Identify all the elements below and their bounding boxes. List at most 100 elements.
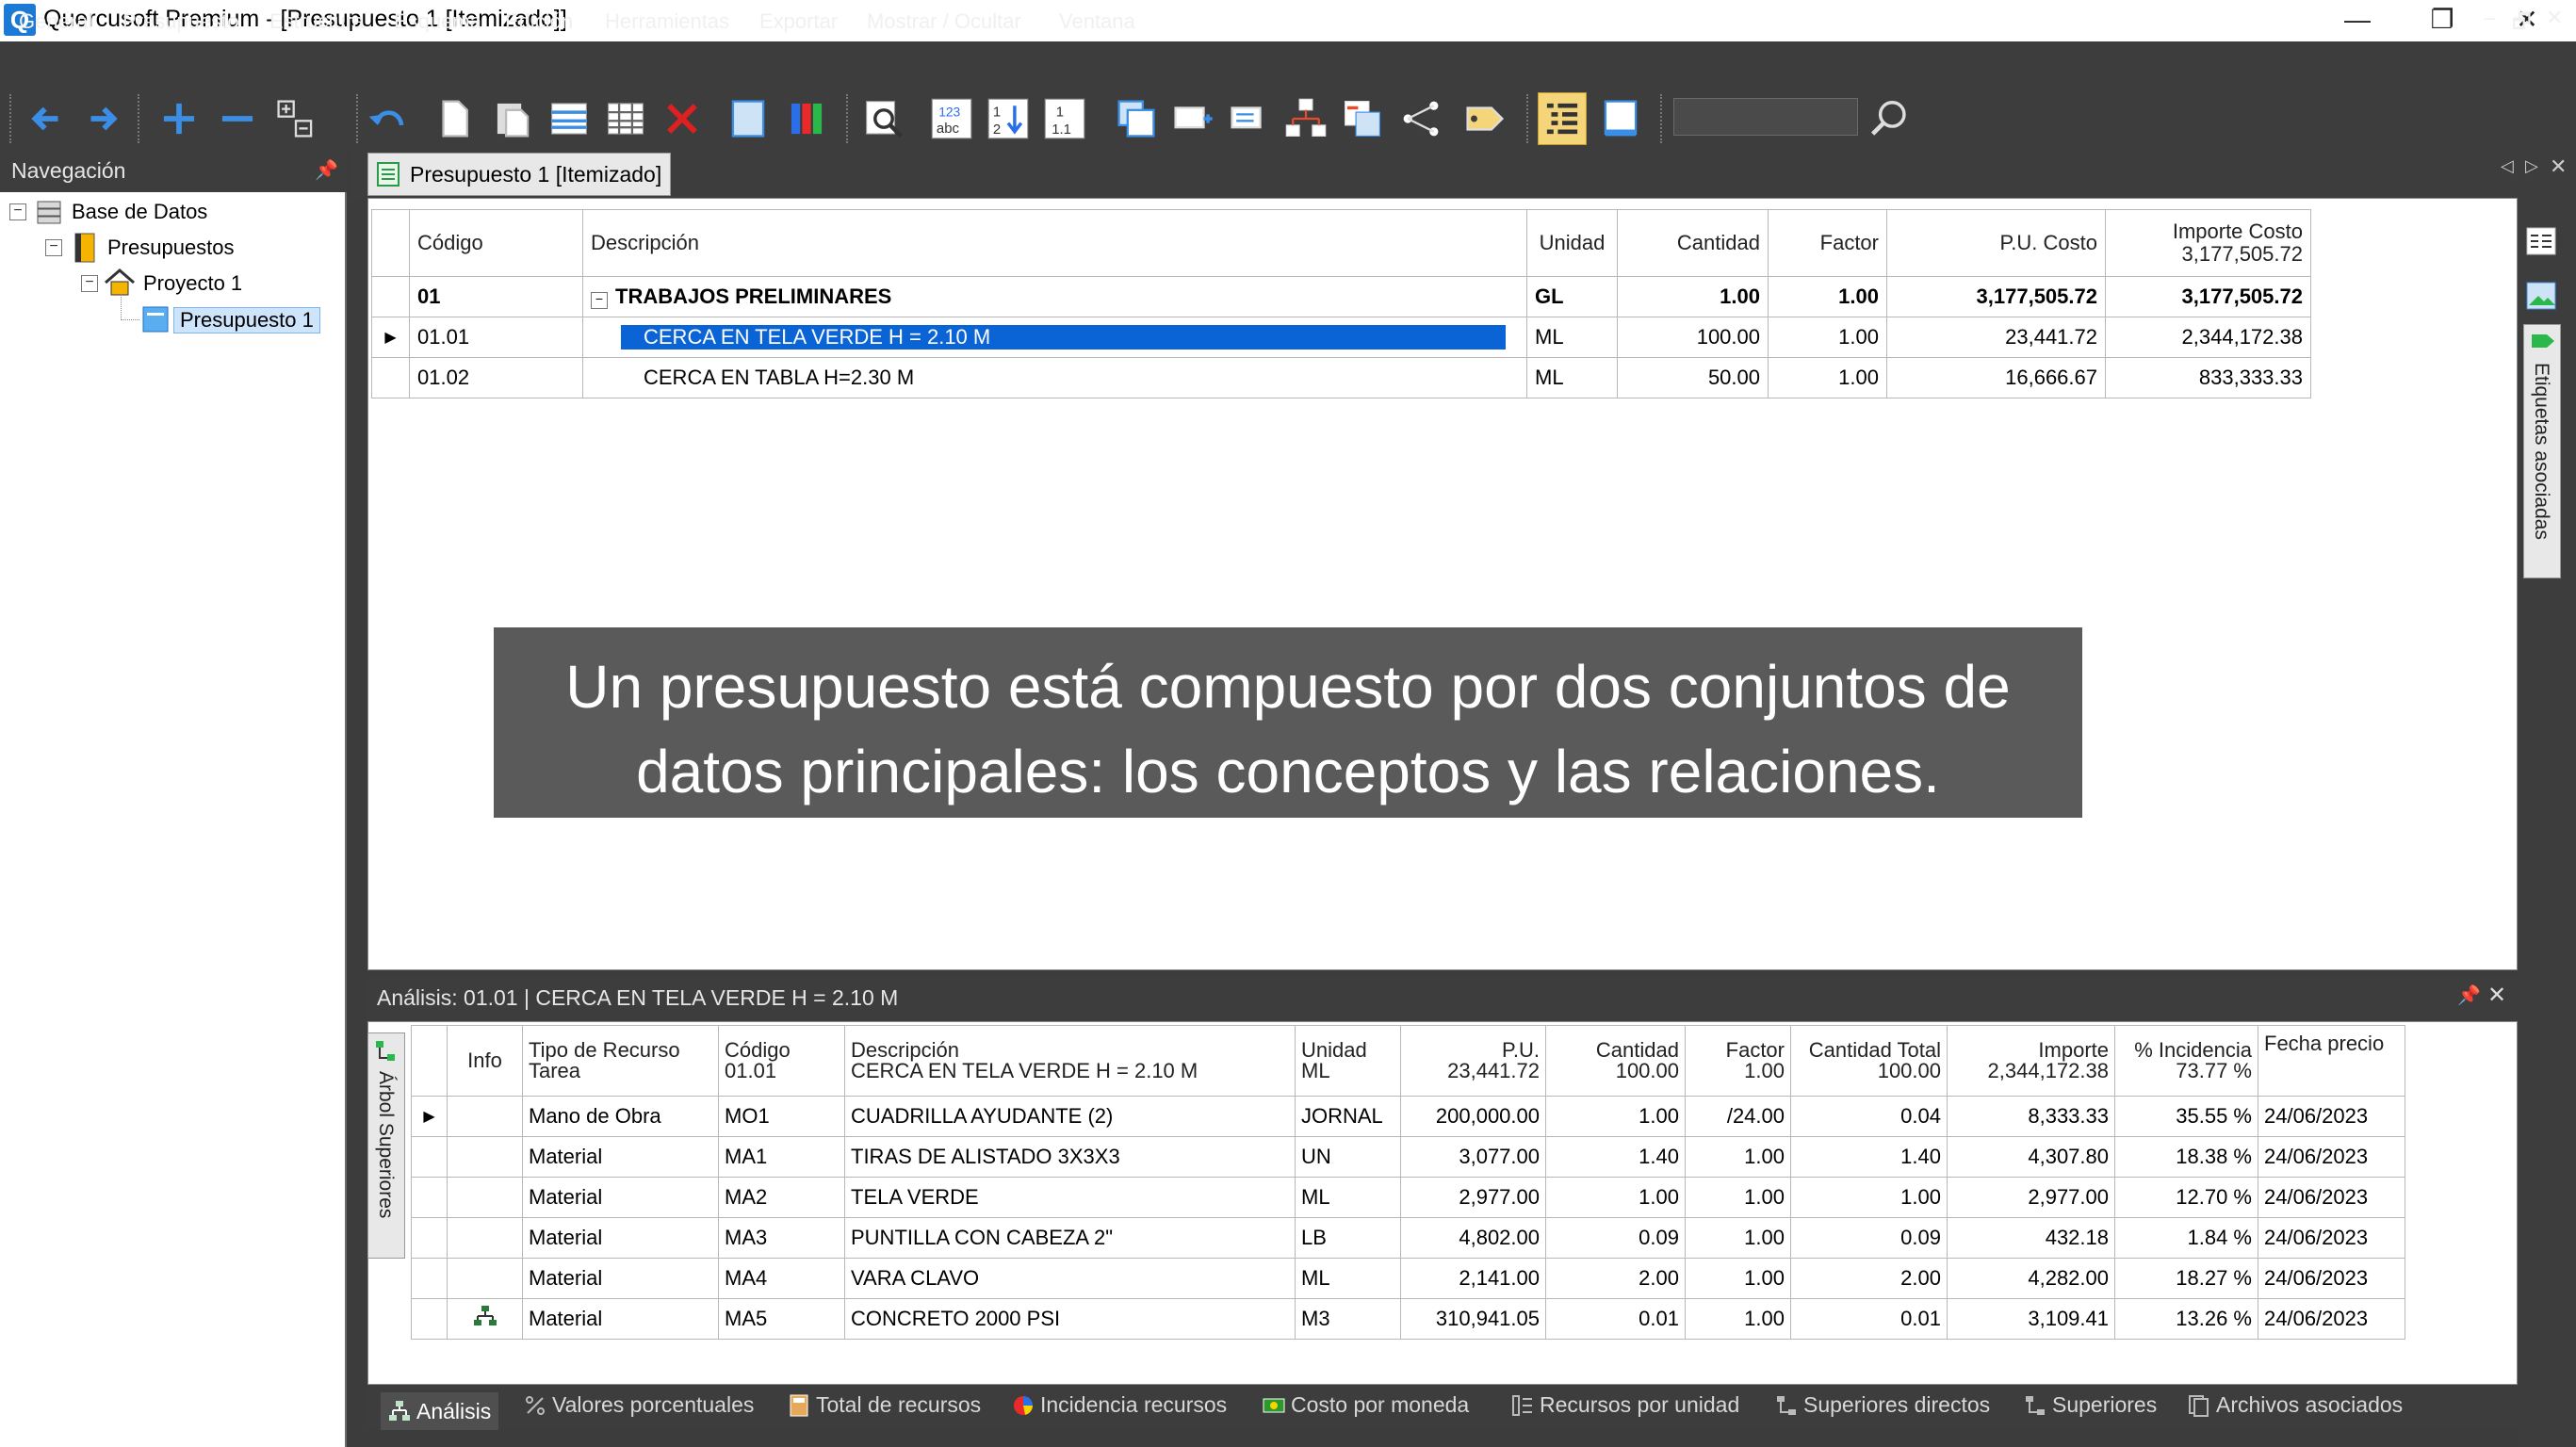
close-panel-icon[interactable]: ✕ (2487, 982, 2506, 1009)
row-selector[interactable] (411, 1298, 448, 1340)
tree-icon[interactable] (1281, 92, 1330, 145)
column-header-descripcion[interactable]: Descripción (582, 209, 1527, 277)
cell-cantidad-total[interactable]: 1.00 (1790, 1177, 1948, 1218)
menu-edicion[interactable]: Edición (505, 9, 573, 34)
pin-icon[interactable]: 📌 (315, 158, 338, 182)
cell-unidad[interactable]: M3 (1295, 1298, 1401, 1340)
tab-superiores[interactable]: Superiores (2024, 1392, 2157, 1418)
cell-importe[interactable]: 3,109.41 (1947, 1298, 2115, 1340)
cell-cantidad-total[interactable]: 2.00 (1790, 1258, 1948, 1299)
back-icon[interactable] (23, 92, 72, 145)
cell-factor[interactable]: 1.00 (1685, 1217, 1791, 1259)
cell-fecha[interactable]: 24/06/2023 (2258, 1258, 2405, 1299)
cell-codigo[interactable]: MA2 (718, 1177, 845, 1218)
tab-archivos-asociados[interactable]: Archivos asociados (2188, 1392, 2403, 1418)
mdi-restore-button[interactable]: 🗗 (2512, 6, 2532, 41)
cell-factor[interactable]: 1.00 (1685, 1298, 1791, 1340)
collapse-icon[interactable]: − (591, 292, 608, 309)
table-row[interactable]: Material MA5 CONCRETO 2000 PSI M3 310,94… (411, 1298, 2405, 1340)
cell-factor[interactable]: /24.00 (1685, 1096, 1791, 1137)
tab-incidencia-recursos[interactable]: Incidencia recursos (1012, 1392, 1227, 1418)
cell-unidad[interactable]: LB (1295, 1217, 1401, 1259)
toolbar-grip[interactable] (1660, 94, 1666, 143)
cell-codigo[interactable]: 01 (409, 276, 583, 317)
grid-icon[interactable] (601, 92, 650, 145)
cell-incidencia[interactable]: 13.26 % (2114, 1298, 2258, 1340)
tab-total-de-recursos[interactable]: Total de recursos (788, 1392, 981, 1418)
column-header-codigo[interactable]: Código 01.01 (718, 1025, 845, 1097)
cell-factor[interactable]: 1.00 (1685, 1136, 1791, 1178)
cell-pu[interactable]: 4,802.00 (1400, 1217, 1546, 1259)
cell-cantidad-total[interactable]: 0.01 (1790, 1298, 1948, 1340)
cell-cantidad[interactable]: 0.09 (1545, 1217, 1686, 1259)
cell-fecha[interactable]: 24/06/2023 (2258, 1298, 2405, 1340)
cell-info[interactable] (447, 1096, 523, 1137)
export-icon[interactable] (1338, 92, 1387, 145)
tab-valores-porcentuales[interactable]: Valores porcentuales (524, 1392, 754, 1418)
share-icon[interactable] (1396, 92, 1445, 145)
column-header-importe-costo[interactable]: Importe Costo 3,177,505.72 (2105, 209, 2311, 277)
collapse-icon[interactable]: − (45, 239, 62, 256)
tab-costo-por-moneda[interactable]: Costo por moneda (1263, 1392, 1469, 1418)
cell-pu[interactable]: 3,077.00 (1400, 1136, 1546, 1178)
table-row[interactable]: Material MA4 VARA CLAVO ML 2,141.00 2.00… (411, 1258, 2405, 1299)
column-header-descripcion[interactable]: Descripción CERCA EN TELA VERDE H = 2.10 … (844, 1025, 1296, 1097)
cell-pu[interactable]: 2,977.00 (1400, 1177, 1546, 1218)
menu-presupuesto[interactable]: Presupuesto (122, 9, 239, 34)
cell-descripcion[interactable]: CONCRETO 2000 PSI (844, 1298, 1296, 1340)
column-header-pu[interactable]: P.U. 23,441.72 (1400, 1025, 1546, 1097)
row-selector[interactable] (411, 1136, 448, 1178)
cell-cantidad-total[interactable]: 0.04 (1790, 1096, 1948, 1137)
cell-cantidad[interactable]: 2.00 (1545, 1258, 1686, 1299)
cell-fecha[interactable]: 24/06/2023 (2258, 1217, 2405, 1259)
layout-icon[interactable] (1596, 92, 1645, 145)
cell-descripcion[interactable]: TIRAS DE ALISTADO 3X3X3 (844, 1136, 1296, 1178)
menu-ventana[interactable]: Ventana (1059, 9, 1135, 34)
cell-info[interactable] (447, 1298, 523, 1340)
cell-cantidad-total[interactable]: 1.40 (1790, 1136, 1948, 1178)
menu-herramientas[interactable]: Herramientas (605, 9, 729, 34)
collapse-icon[interactable]: − (9, 203, 26, 220)
menu-mostrar-ocultar[interactable]: Mostrar / Ocultar (867, 9, 1021, 34)
tab-prev-icon[interactable]: ◁ (2501, 156, 2514, 176)
column-header-factor[interactable]: Factor (1768, 209, 1887, 277)
cell-info[interactable] (447, 1217, 523, 1259)
row-selector[interactable] (371, 276, 410, 317)
list-icon[interactable] (1225, 92, 1274, 145)
cell-importe-costo[interactable]: 833,333.33 (2105, 357, 2311, 398)
column-header-importe[interactable]: Importe 2,344,172.38 (1947, 1025, 2115, 1097)
cell-importe-costo[interactable]: 3,177,505.72 (2105, 276, 2311, 317)
cell-descripcion[interactable]: VARA CLAVO (844, 1258, 1296, 1299)
columns-icon[interactable] (782, 92, 831, 145)
minimize-button[interactable]: — (2316, 0, 2399, 41)
column-header-fecha[interactable]: Fecha precio (2258, 1025, 2405, 1097)
cell-factor[interactable]: 1.00 (1685, 1177, 1791, 1218)
add-icon[interactable] (155, 92, 204, 145)
cell-unidad[interactable]: ML (1295, 1258, 1401, 1299)
cell-info[interactable] (447, 1258, 523, 1299)
cell-unidad[interactable]: ML (1526, 357, 1618, 398)
table-row[interactable]: Material MA1 TIRAS DE ALISTADO 3X3X3 UN … (411, 1136, 2405, 1178)
column-header-pu-costo[interactable]: P.U. Costo (1886, 209, 2106, 277)
cell-unidad[interactable]: ML (1295, 1177, 1401, 1218)
current-row-icon[interactable]: ▶ (371, 317, 410, 358)
cell-factor[interactable]: 1.00 (1768, 317, 1887, 358)
cell-tipo[interactable]: Material (522, 1298, 719, 1340)
cell-codigo[interactable]: MA5 (718, 1298, 845, 1340)
restore-button[interactable]: ❐ (2401, 0, 2484, 41)
cell-codigo[interactable]: MO1 (718, 1096, 845, 1137)
row-selector[interactable] (371, 357, 410, 398)
cell-cantidad[interactable]: 1.00 (1545, 1096, 1686, 1137)
cell-incidencia[interactable]: 35.55 % (2114, 1096, 2258, 1137)
menu-general[interactable]: General (19, 9, 92, 34)
tree-item-presupuesto-1[interactable]: Presupuesto 1 (173, 307, 320, 333)
column-header-tipo[interactable]: Tipo de Recurso Tarea (522, 1025, 719, 1097)
link-icon[interactable] (1168, 92, 1217, 145)
outline-icon[interactable] (1538, 92, 1587, 145)
menu-esquema[interactable]: Esquema (394, 9, 481, 34)
zoom-icon[interactable] (859, 92, 908, 145)
cell-codigo[interactable]: MA4 (718, 1258, 845, 1299)
column-header-factor[interactable]: Factor 1.00 (1685, 1025, 1791, 1097)
cell-codigo[interactable]: MA1 (718, 1136, 845, 1178)
cell-cantidad[interactable]: 100.00 (1617, 317, 1769, 358)
